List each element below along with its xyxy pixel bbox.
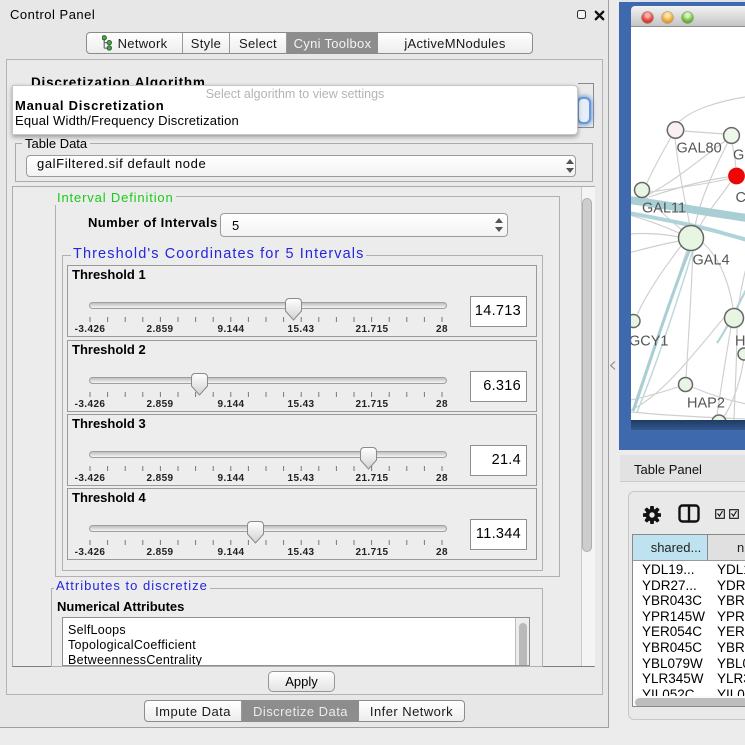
svg-text:GCY1: GCY1	[631, 334, 669, 350]
svg-text:HAP2: HAP2	[687, 396, 725, 412]
svg-text:GAL4: GAL4	[693, 253, 730, 269]
svg-text:C: C	[736, 190, 745, 206]
svg-text:GAL80: GAL80	[677, 141, 722, 157]
svg-text:H: H	[735, 334, 745, 350]
svg-text:G.: G.	[733, 148, 745, 164]
svg-text:GAL11: GAL11	[642, 201, 686, 217]
